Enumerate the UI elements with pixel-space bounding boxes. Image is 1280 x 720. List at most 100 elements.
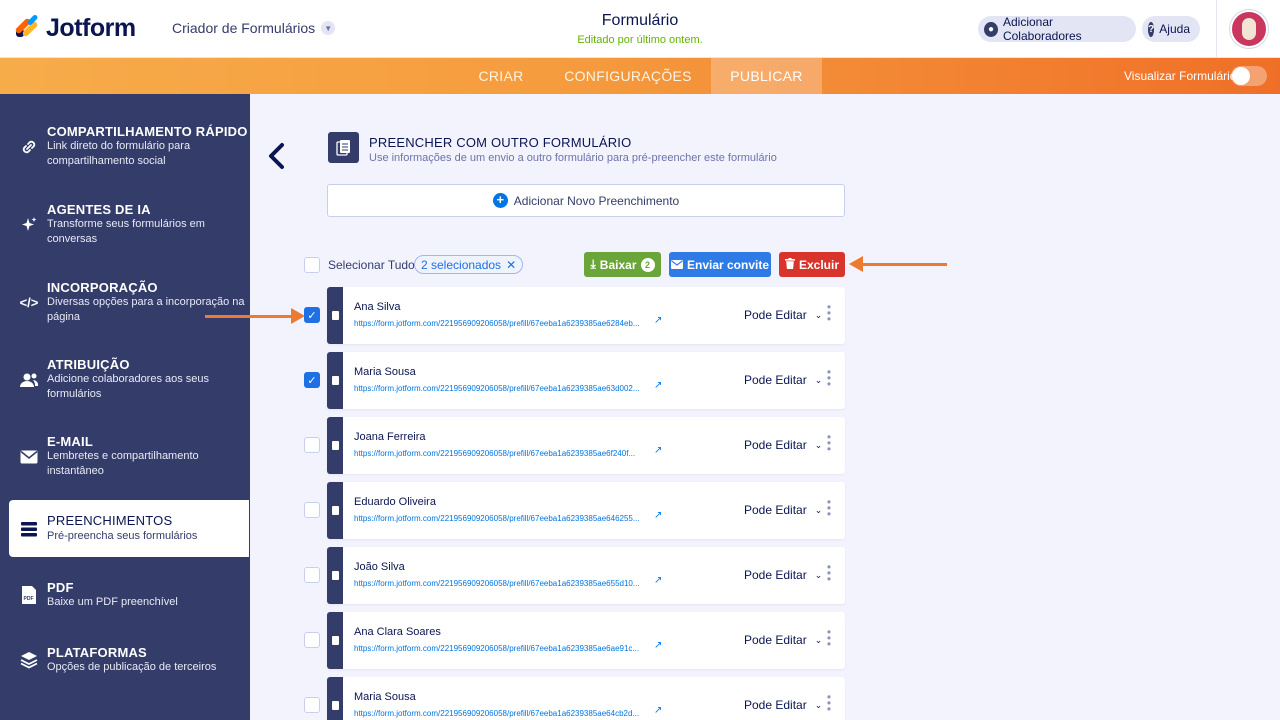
row-type-strip	[327, 547, 343, 604]
external-link-icon[interactable]: ↗	[654, 575, 662, 586]
selected-count-badge[interactable]: 2 selecionados ✕	[414, 255, 524, 274]
row-prefill-link[interactable]: https://form.jotform.com/221956909206058…	[354, 579, 640, 588]
annotation-arrow-line	[205, 315, 295, 318]
external-link-icon[interactable]: ↗	[654, 380, 662, 391]
add-collaborators-button[interactable]: ● Adicionar Colaboradores	[978, 15, 1136, 43]
table-row[interactable]: Ana Clara Soares https://form.jotform.com…	[327, 612, 845, 669]
back-arrow-icon[interactable]	[266, 142, 292, 172]
external-link-icon[interactable]: ↗	[654, 510, 662, 521]
download-button[interactable]: ⤓ Baixar 2	[584, 252, 661, 277]
tab-criar[interactable]: CRIAR	[456, 58, 546, 94]
select-all-checkbox[interactable]	[304, 257, 320, 273]
sidebar-item-atribuicao[interactable]: ATRIBUIÇÃO Adicione colaboradores aos se…	[0, 351, 250, 413]
sidebar-item-title: PREENCHIMENTOS	[47, 513, 173, 528]
permission-dropdown[interactable]: Pode Editar ⌄	[744, 373, 822, 387]
sidebar-item-incorporacao[interactable]: </> INCORPORAÇÃO Diversas opções para a …	[0, 274, 250, 336]
row-type-strip	[327, 612, 343, 669]
external-link-icon[interactable]: ↗	[654, 445, 662, 456]
row-name: Eduardo Oliveira	[354, 496, 436, 508]
preview-form-toggle[interactable]	[1231, 66, 1267, 86]
row-checkbox[interactable]	[304, 697, 320, 713]
more-options-icon[interactable]: • • •	[824, 561, 834, 585]
sidebar-item-desc: Adicione colaboradores aos seus formulár…	[47, 373, 210, 400]
permission-label: Pode Editar	[744, 633, 807, 647]
more-options-icon[interactable]: • • •	[824, 691, 834, 715]
more-options-icon[interactable]: • • •	[824, 626, 834, 650]
sidebar-item-agentes-ia[interactable]: AGENTES DE IA Transforme seus formulário…	[0, 196, 250, 258]
sidebar-item-desc: Diversas opções para a incorporação na p…	[47, 296, 245, 323]
add-prefill-label: Adicionar Novo Preenchimento	[513, 193, 680, 208]
help-button[interactable]: ? Ajuda	[1142, 16, 1200, 42]
user-icon: ●	[984, 21, 998, 37]
external-link-icon[interactable]: ↗	[654, 315, 662, 326]
sidebar-item-desc: Opções de publicação de terceiros	[47, 661, 217, 673]
row-checkbox[interactable]: ✓	[304, 372, 320, 388]
row-prefill-link[interactable]: https://form.jotform.com/221956909206058…	[354, 384, 640, 393]
sidebar-item-title: AGENTES DE IA	[47, 202, 151, 217]
sidebar-item-title: COMPARTILHAMENTO RÁPIDO	[47, 124, 248, 139]
permission-label: Pode Editar	[744, 373, 807, 387]
link-icon	[18, 136, 40, 158]
permission-label: Pode Editar	[744, 698, 807, 712]
table-row[interactable]: Maria Sousa https://form.jotform.com/2219…	[327, 352, 845, 409]
more-options-icon[interactable]: • • •	[824, 496, 834, 520]
sidebar-item-plataformas[interactable]: PLATAFORMAS Opções de publicação de terc…	[0, 643, 250, 689]
external-link-icon[interactable]: ↗	[654, 705, 662, 716]
row-type-strip	[327, 482, 343, 539]
avatar[interactable]	[1229, 10, 1268, 48]
chevron-down-icon: ⌄	[814, 309, 823, 320]
permission-dropdown[interactable]: Pode Editar ⌄	[744, 698, 822, 712]
clear-selection-icon[interactable]: ✕	[506, 258, 516, 272]
prefill-form-icon	[328, 132, 359, 163]
permission-dropdown[interactable]: Pode Editar ⌄	[744, 308, 822, 322]
row-checkbox[interactable]	[304, 502, 320, 518]
row-checkbox[interactable]: ✓	[304, 307, 320, 323]
external-link-icon[interactable]: ↗	[654, 640, 662, 651]
document-icon	[331, 311, 339, 320]
top-header: Jotform Criador de Formulários ▼ Formulá…	[0, 0, 1280, 58]
table-row[interactable]: Maria Sousa https://form.jotform.com/2219…	[327, 677, 845, 720]
sidebar-item-email[interactable]: E-MAIL Lembretes e compartilhamento inst…	[0, 428, 250, 490]
delete-button[interactable]: Excluir	[779, 252, 845, 277]
permission-dropdown[interactable]: Pode Editar ⌄	[744, 438, 822, 452]
row-name: Maria Sousa	[354, 366, 416, 378]
permission-dropdown[interactable]: Pode Editar ⌄	[744, 568, 822, 582]
sidebar-item-desc: Lembretes e compartilhamento instantâneo	[47, 450, 199, 477]
sidebar-item-preenchimentos[interactable]: PREENCHIMENTOS Pré-preencha seus formulá…	[9, 500, 249, 557]
add-prefill-button[interactable]: + Adicionar Novo Preenchimento	[327, 184, 845, 217]
table-row[interactable]: João Silva https://form.jotform.com/22195…	[327, 547, 845, 604]
row-type-strip	[327, 417, 343, 474]
more-options-icon[interactable]: • • •	[824, 366, 834, 390]
row-checkbox[interactable]	[304, 567, 320, 583]
chevron-down-icon: ⌄	[814, 699, 823, 710]
row-prefill-link[interactable]: https://form.jotform.com/221956909206058…	[354, 319, 640, 328]
more-options-icon[interactable]: • • •	[824, 301, 834, 325]
code-icon: </>	[19, 294, 39, 310]
users-icon	[18, 369, 40, 391]
row-prefill-link[interactable]: https://form.jotform.com/221956909206058…	[354, 449, 635, 458]
row-checkbox[interactable]	[304, 632, 320, 648]
table-row[interactable]: Eduardo Oliveira https://form.jotform.com…	[327, 482, 845, 539]
send-invite-button[interactable]: Enviar convite	[669, 252, 771, 277]
permission-dropdown[interactable]: Pode Editar ⌄	[744, 633, 822, 647]
toggle-knob	[1232, 67, 1250, 85]
tab-configuracoes[interactable]: CONFIGURAÇÕES	[546, 58, 710, 94]
row-prefill-link[interactable]: https://form.jotform.com/221956909206058…	[354, 644, 639, 653]
document-icon	[331, 376, 339, 385]
row-name: Joana Ferreira	[354, 431, 426, 443]
sidebar-item-compartilhamento[interactable]: COMPARTILHAMENTO RÁPIDO Link direto do f…	[0, 118, 250, 180]
row-prefill-link[interactable]: https://form.jotform.com/221956909206058…	[354, 514, 640, 523]
sidebar-item-pdf[interactable]: PDF PDF Baixe um PDF preenchível	[0, 578, 250, 624]
tab-publicar[interactable]: PUBLICAR	[711, 58, 822, 94]
permission-dropdown[interactable]: Pode Editar ⌄	[744, 503, 822, 517]
more-options-icon[interactable]: • • •	[824, 431, 834, 455]
row-prefill-link[interactable]: https://form.jotform.com/221956909206058…	[354, 709, 639, 718]
sparkle-icon	[18, 214, 40, 236]
table-row[interactable]: Ana Silva https://form.jotform.com/221956…	[327, 287, 845, 344]
row-checkbox[interactable]	[304, 437, 320, 453]
permission-label: Pode Editar	[744, 438, 807, 452]
layers-icon	[18, 649, 40, 671]
table-row[interactable]: Joana Ferreira https://form.jotform.com/2…	[327, 417, 845, 474]
document-icon	[331, 506, 339, 515]
sidebar-item-title: INCORPORAÇÃO	[47, 280, 158, 295]
